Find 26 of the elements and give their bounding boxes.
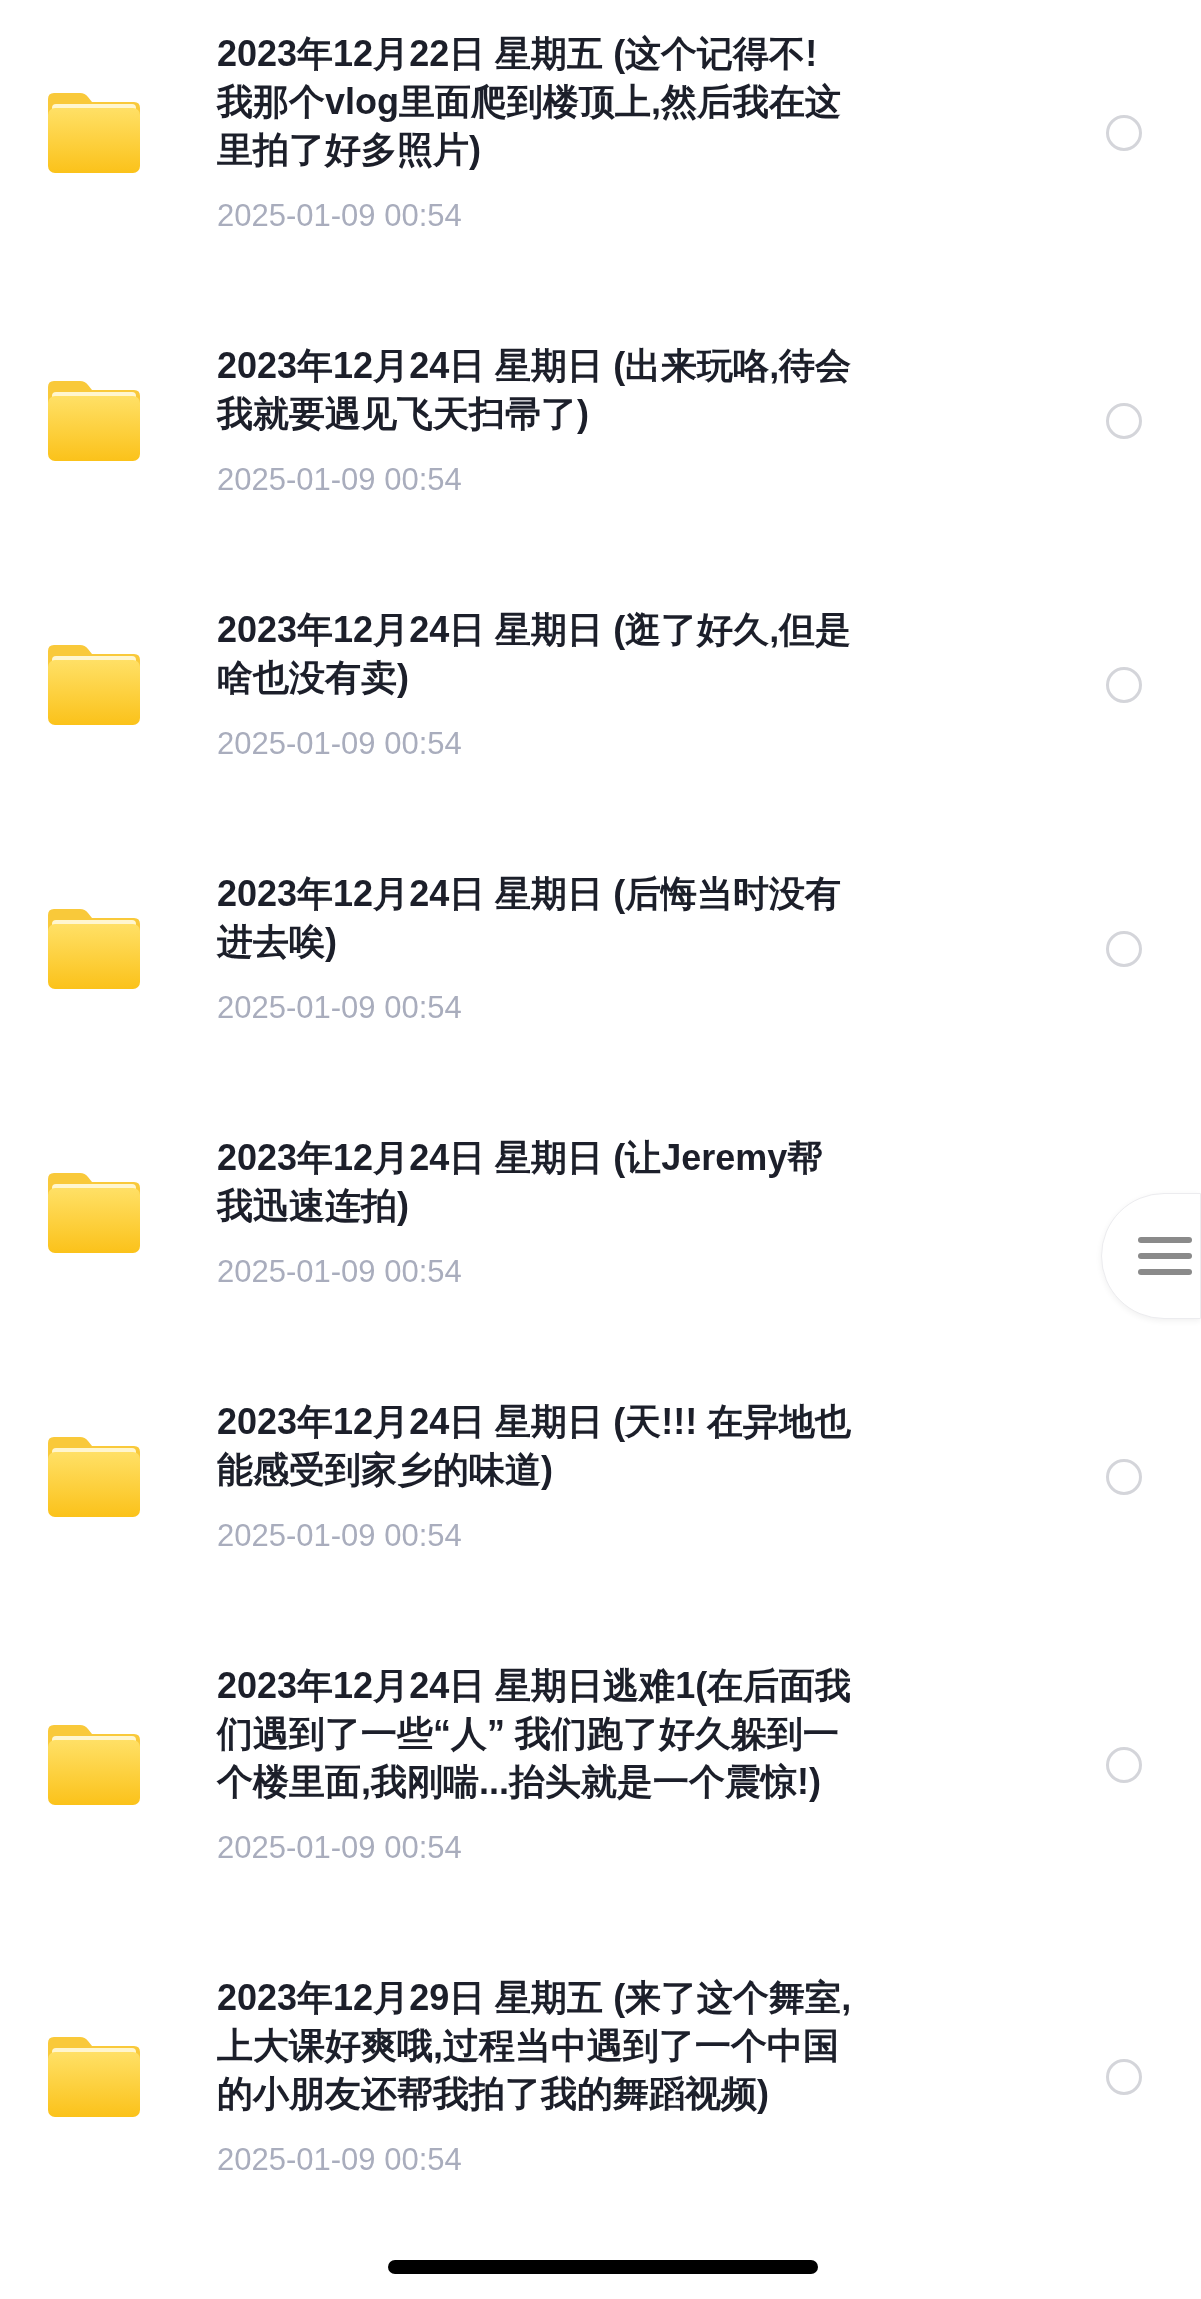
folder-title: 2023年12月24日 星期日 (天!!! 在异地也能感受到家乡的味道) bbox=[217, 1400, 853, 1492]
folder-icon bbox=[47, 381, 140, 461]
modified-date: 2025-01-09 00:54 bbox=[217, 989, 463, 1027]
menu-icon bbox=[1138, 1237, 1192, 1275]
folder-icon bbox=[47, 1725, 140, 1805]
folder-title: 2023年12月24日 星期日 (后悔当时没有进去唉) bbox=[217, 872, 843, 964]
folder-title: 2023年12月24日 星期日 (让Jeremy帮我迅速连拍) bbox=[217, 1136, 825, 1228]
folder-icon bbox=[47, 93, 140, 173]
side-menu-handle[interactable] bbox=[1101, 1193, 1201, 1319]
modified-date: 2025-01-09 00:54 bbox=[217, 1253, 463, 1291]
folder-icon bbox=[47, 1173, 140, 1253]
folder-title: 2023年12月24日 星期日 (出来玩咯,待会我就要遇见飞天扫帚了) bbox=[217, 344, 853, 436]
folder-icon bbox=[47, 1437, 140, 1517]
folder-title: 2023年12月24日 星期日逃难1(在后面我们遇到了一些“人” 我们跑了好久躲到一个楼里面,我刚喘...抬头就是一个震惊!) bbox=[217, 1664, 853, 1804]
modified-date: 2025-01-09 00:54 bbox=[217, 197, 463, 235]
folder-title: 2023年12月24日 星期日 (逛了好久,但是啥也没有卖) bbox=[217, 608, 853, 700]
modified-date: 2025-01-09 00:54 bbox=[217, 725, 463, 763]
modified-date: 2025-01-09 00:54 bbox=[217, 1829, 463, 1867]
modified-date: 2025-01-09 00:54 bbox=[217, 1517, 463, 1555]
folder-title: 2023年12月29日 星期五 (来了这个舞室,上大课好爽哦,过程当中遇到了一个中国的小朋友还帮我拍了我的舞蹈视频) bbox=[217, 1976, 853, 2116]
folder-title: 2023年12月22日 星期五 (这个记得不! 我那个vlog里面爬到楼顶上,然后我在这里拍了好多照片) bbox=[217, 32, 842, 172]
folder-icon bbox=[47, 2037, 140, 2117]
modified-date: 2025-01-09 00:54 bbox=[217, 461, 463, 499]
modified-date: 2025-01-09 00:54 bbox=[217, 2141, 463, 2179]
folder-icon bbox=[47, 645, 140, 725]
folder-icon bbox=[47, 909, 140, 989]
